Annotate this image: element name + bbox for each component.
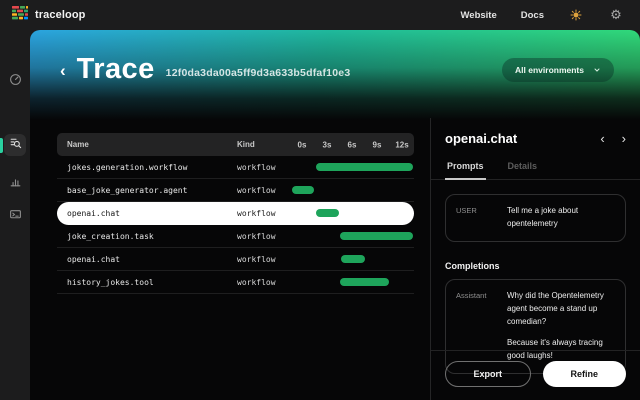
environment-dropdown-label: All environments xyxy=(515,65,584,75)
span-kind: workflow xyxy=(237,278,290,287)
traceloop-home-link[interactable]: traceloop xyxy=(12,5,86,26)
traceloop-logo-icon xyxy=(12,5,28,26)
span-row[interactable]: openai.chat workflow xyxy=(57,248,414,271)
completions-heading: Completions xyxy=(445,261,626,271)
span-table-header: Name Kind 0s 3s 6s 9s 12s xyxy=(57,133,414,156)
sidebar-item-analytics[interactable] xyxy=(4,173,26,195)
theme-toggle-sun-icon[interactable] xyxy=(568,7,584,23)
detail-footer: Export Refine xyxy=(431,350,640,400)
span-name: history_jokes.tool xyxy=(57,278,237,287)
trace-search-icon xyxy=(9,136,22,154)
span-row[interactable]: history_jokes.tool workflow xyxy=(57,271,414,294)
page-title: Trace xyxy=(77,53,155,86)
brand-name: traceloop xyxy=(35,9,86,21)
span-name: jokes.generation.workflow xyxy=(57,163,237,172)
span-row[interactable]: jokes.generation.workflow workflow xyxy=(57,156,414,179)
terminal-icon xyxy=(9,208,22,226)
bar-chart-icon xyxy=(9,175,22,193)
sidebar-item-playground[interactable] xyxy=(4,206,26,228)
sidebar-item-traces[interactable] xyxy=(4,134,26,156)
column-header-name: Name xyxy=(57,140,237,149)
sidebar xyxy=(0,30,30,400)
timeline-tick: 3s xyxy=(323,140,332,149)
gauge-icon xyxy=(9,73,22,91)
tab-details[interactable]: Details xyxy=(506,157,540,179)
detail-title: openai.chat xyxy=(445,131,517,146)
span-name: openai.chat xyxy=(57,255,237,264)
main-panel: ‹ Trace 12f0da3da00a5ff9d3a633b5dfaf10e3… xyxy=(30,30,640,400)
tab-prompts[interactable]: Prompts xyxy=(445,157,486,180)
span-table: Name Kind 0s 3s 6s 9s 12s jokes.generati… xyxy=(57,133,414,294)
prompt-text: Tell me a joke about opentelemetry xyxy=(507,205,615,231)
span-detail-panel: openai.chat ‹ › Prompts Details USER Tel… xyxy=(430,118,640,400)
trace-header: ‹ Trace 12f0da3da00a5ff9d3a633b5dfaf10e3… xyxy=(30,30,640,120)
duration-bar xyxy=(340,278,389,286)
timeline-tick: 12s xyxy=(395,140,408,149)
span-name: joke_creation.task xyxy=(57,232,237,241)
docs-link[interactable]: Docs xyxy=(521,10,544,21)
span-row[interactable]: base_joke_generator.agent workflow xyxy=(57,179,414,202)
trace-id: 12f0da3da00a5ff9d3a633b5dfaf10e3 xyxy=(166,67,351,79)
duration-bar xyxy=(340,232,413,240)
prompt-message-box: USER Tell me a joke about opentelemetry xyxy=(445,194,626,242)
span-row-selected[interactable]: openai.chat workflow xyxy=(57,202,414,225)
timeline-axis: 0s 3s 6s 9s 12s xyxy=(290,133,414,156)
website-link[interactable]: Website xyxy=(461,10,497,21)
span-kind: workflow xyxy=(237,255,290,264)
span-kind: workflow xyxy=(237,186,290,195)
prev-span-button[interactable]: ‹ xyxy=(600,132,604,145)
span-name: base_joke_generator.agent xyxy=(57,186,237,195)
settings-gear-icon[interactable]: ⚙ xyxy=(608,7,624,23)
completion-paragraph: Why did the Opentelemetry agent become a… xyxy=(507,290,615,328)
topbar-nav: Website Docs ⚙ xyxy=(461,7,625,23)
span-kind: workflow xyxy=(237,232,290,241)
chevron-down-icon xyxy=(593,66,601,74)
timeline-tick: 9s xyxy=(373,140,382,149)
active-nav-indicator xyxy=(0,138,3,153)
export-button[interactable]: Export xyxy=(445,361,531,387)
span-kind: workflow xyxy=(237,209,290,218)
span-row[interactable]: joke_creation.task workflow xyxy=(57,225,414,248)
span-name: openai.chat xyxy=(57,209,237,218)
duration-bar xyxy=(316,163,413,171)
duration-bar xyxy=(341,255,365,263)
next-span-button[interactable]: › xyxy=(622,132,626,145)
duration-bar xyxy=(292,186,314,194)
sidebar-item-dashboard[interactable] xyxy=(4,71,26,93)
environment-dropdown[interactable]: All environments xyxy=(502,58,614,82)
duration-bar xyxy=(316,209,339,217)
column-header-kind: Kind xyxy=(237,140,290,149)
span-kind: workflow xyxy=(237,163,290,172)
detail-tabs: Prompts Details xyxy=(431,157,640,180)
back-button[interactable]: ‹ xyxy=(60,62,66,79)
timeline-tick: 6s xyxy=(348,140,357,149)
topbar: traceloop Website Docs ⚙ xyxy=(0,0,640,30)
refine-button[interactable]: Refine xyxy=(543,361,627,387)
timeline-tick: 0s xyxy=(298,140,307,149)
prompt-role-label: USER xyxy=(456,205,498,231)
